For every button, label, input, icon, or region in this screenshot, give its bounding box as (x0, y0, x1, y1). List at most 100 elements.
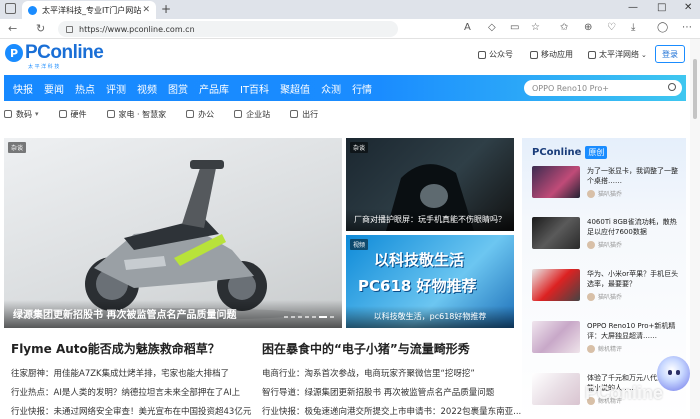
robot-eye (668, 370, 672, 375)
nav-item[interactable]: 行情 (352, 81, 372, 96)
subnav-item-home[interactable]: 家电 · 智慧家 (106, 109, 166, 120)
header-link-app[interactable]: 移动应用 (530, 49, 573, 60)
sidebar-article[interactable]: OPPO Reno10 Pro+新机精评：大屏独显超清…… 鲸机精评 (532, 321, 682, 355)
nav-item[interactable]: 图赏 (168, 81, 188, 96)
chevron-down-icon: ▾ (35, 110, 39, 118)
chevron-down-icon: ⌄ (641, 50, 647, 59)
article-thumbnail (532, 269, 580, 301)
news-link[interactable]: 行业热点：AI是人类的发明？纳德拉坦言未来全部押在了AI上 (11, 386, 240, 398)
url-text: https://www.pconline.com.cn (79, 24, 195, 34)
card-title: 以科技敬生活，pc618好物推荐 (373, 312, 487, 321)
subnav-item-enterprise[interactable]: 企业站 (234, 109, 270, 120)
enterprise-icon (234, 110, 243, 118)
card-title: 厂商对播护眼屏：玩手机真能不伤眼睛吗？ (354, 215, 506, 224)
split-screen-icon[interactable]: ▭ (510, 22, 519, 33)
article-thumbnail (532, 373, 580, 405)
sidebar-article[interactable]: 为了一张显卡，我调整了一整个桌搭…… 猫叭猫乔 (532, 166, 682, 200)
slider-dot[interactable] (284, 316, 288, 318)
main-nav: 快报 要闻 热点 评测 视频 图赏 产品库 IT百科 聚超值 众测 行情 OPP… (4, 75, 686, 101)
logo-text: PConline (25, 42, 104, 63)
header-link-wechat[interactable]: 公众号 (478, 49, 513, 60)
article-author: 猫叭猫乔 (587, 240, 622, 249)
news-link[interactable]: 往家厨神：用佳能A7ZK集成灶烤羊排，宅家也能大排档了 (11, 367, 229, 379)
feature-card-eye[interactable]: 杂谈 厂商对播护眼屏：玩手机真能不伤眼睛吗？ (346, 138, 514, 231)
subnav-item-hardware[interactable]: 硬件 (58, 109, 87, 120)
close-tab-icon[interactable]: ✕ (142, 5, 150, 15)
subnav-item-travel[interactable]: 出行 (290, 109, 318, 120)
favorite-icon[interactable]: ☆ (531, 22, 540, 33)
search-icon[interactable] (668, 83, 676, 91)
read-aloud-icon[interactable]: A (464, 22, 471, 33)
original-badge: 原创 (585, 146, 608, 159)
profile-icon[interactable]: ◯ (657, 22, 668, 33)
subnav-item-digital[interactable]: 数码 ▾ (4, 109, 39, 120)
nav-item[interactable]: 众测 (321, 81, 341, 96)
article-author: 猫叭猫乔 (587, 292, 622, 301)
headline-right[interactable]: 困在暴食中的“电子小猪”与流量畸形秀 (262, 340, 470, 357)
news-link[interactable]: 电商行业：淘系首次参战，电商玩家齐聚微信里“挖呀挖” (262, 367, 475, 379)
back-icon[interactable]: ← (8, 22, 17, 35)
sub-nav: 数码 ▾ 硬件 家电 · 智慧家 办公 企业站 出行 (4, 105, 338, 123)
site-search-input[interactable]: OPPO Reno10 Pro+ (524, 80, 682, 96)
address-field[interactable]: https://www.pconline.com.cn (58, 21, 398, 37)
site-logo[interactable]: P PConline 太 平 洋 科 技 (5, 42, 104, 70)
avatar (587, 240, 595, 249)
slider-dot[interactable] (312, 316, 316, 318)
minimize-button[interactable]: — (628, 2, 638, 13)
tab-title: 太平洋科技_专业IT门户网站 (42, 5, 142, 15)
tab-actions-icon[interactable] (5, 3, 16, 14)
nav-item[interactable]: 评测 (106, 81, 126, 96)
login-button[interactable]: 登录 (655, 45, 685, 63)
extensions-icon[interactable]: ◇ (488, 22, 496, 33)
article-thumbnail (532, 321, 580, 353)
nav-item[interactable]: 视频 (137, 81, 157, 96)
slider-dot-active[interactable] (319, 316, 327, 318)
headline-left[interactable]: Flyme Auto能否成为魅族救命稻草？ (11, 340, 220, 357)
article-author: 鲸机精评 (587, 344, 622, 353)
nav-item[interactable]: IT百科 (240, 81, 269, 96)
maximize-button[interactable]: □ (657, 2, 666, 13)
nav-item[interactable]: 热点 (75, 81, 95, 96)
copilot-icon[interactable]: ♡ (607, 22, 616, 33)
news-link[interactable]: 智行导道：绿源集团更新招股书 再次被监管点名产品质量问题 (262, 386, 494, 398)
scrollbar-thumb[interactable] (693, 59, 697, 119)
favorites-list-icon[interactable]: ✩ (560, 22, 568, 33)
slider-dot[interactable] (305, 316, 309, 318)
slider-dot[interactable] (298, 316, 302, 318)
page-scrollbar[interactable] (690, 39, 700, 419)
feature-card-video[interactable]: 视频 以科技敬生活 PC618 好物推荐 以科技敬生活，pc618好物推荐 (346, 235, 514, 328)
avatar (587, 292, 595, 301)
article-author: 猫叭猫乔 (587, 189, 622, 198)
more-menu-icon[interactable]: ⋯ (682, 22, 692, 33)
card-overlay-text: 以科技敬生活 (374, 251, 465, 269)
article-title: 4060Ti 8GB雀流功耗，散热足以应付7600数据 (587, 218, 677, 236)
travel-icon (290, 110, 299, 118)
sidebar-article[interactable]: 华为、小米or苹果？手机巨头选率，最要要？ 猫叭猫乔 (532, 269, 682, 303)
downloads-icon[interactable]: ⤓ (631, 22, 635, 33)
nav-item[interactable]: 快报 (13, 81, 33, 96)
hero-slide[interactable]: 杂谈 绿源集团更新招股书 再次被监管点名产品质量问题 (4, 138, 342, 328)
close-window-button[interactable]: ✕ (684, 2, 692, 13)
news-link[interactable]: 行业快报：未通过网络安全审查！美光宣布在中国投资超43亿元 (11, 405, 251, 417)
new-tab-button[interactable]: + (161, 2, 171, 16)
slider-dot[interactable] (291, 316, 295, 318)
slider-dot[interactable] (330, 316, 334, 318)
hero-title[interactable]: 绿源集团更新招股书 再次被监管点名产品质量问题 (13, 306, 236, 321)
slider-dots (284, 316, 334, 318)
refresh-icon[interactable]: ↻ (36, 22, 45, 35)
collections-icon[interactable]: ⊕ (584, 22, 592, 33)
office-icon (186, 110, 195, 118)
nav-item[interactable]: 要闻 (44, 81, 64, 96)
card-tag: 视频 (350, 239, 369, 250)
sidebar-article[interactable]: 4060Ti 8GB雀流功耗，散热足以应付7600数据 猫叭猫乔 (532, 217, 682, 251)
watermark-text: PConline (585, 383, 664, 403)
nav-item[interactable]: 产品库 (199, 81, 229, 96)
article-title: 华为、小米or苹果？手机巨头选率，最要要？ (587, 270, 679, 288)
browser-tab[interactable]: 太平洋科技_专业IT门户网站 ✕ (22, 1, 156, 19)
nav-item[interactable]: 聚超值 (280, 81, 310, 96)
news-link[interactable]: 行业快报：极兔速递向港交所提交上市申请书：2022包裹量东南亚... (262, 405, 521, 417)
header-link-network[interactable]: 太平洋网络 ⌄ (588, 49, 647, 60)
search-placeholder: OPPO Reno10 Pro+ (532, 83, 609, 93)
subnav-item-office[interactable]: 办公 (186, 109, 214, 120)
pconline-page: P PConline 太 平 洋 科 技 公众号 移动应用 太平洋网络 ⌄ 登录 … (0, 39, 690, 419)
